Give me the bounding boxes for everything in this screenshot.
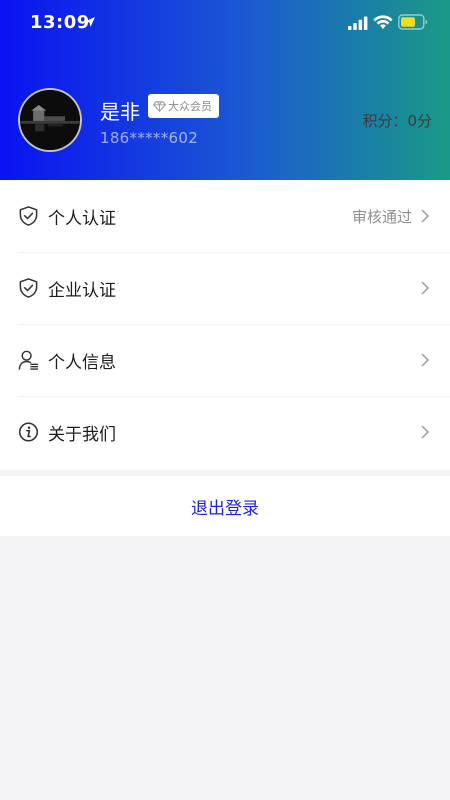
logout-button[interactable]: 退出登录 xyxy=(0,476,450,536)
menu-item-label: 个人信息 xyxy=(48,352,116,373)
verification-status: 审核通过 xyxy=(351,207,412,226)
chevron-right-icon xyxy=(421,353,429,367)
diamond-icon xyxy=(153,100,166,112)
battery-icon xyxy=(398,14,428,30)
avatar[interactable] xyxy=(18,88,82,152)
chevron-right-icon xyxy=(421,425,429,439)
username: 是非 xyxy=(100,100,140,124)
status-bar: 13:09 xyxy=(0,0,450,46)
wifi-icon xyxy=(373,15,393,29)
chevron-right-icon xyxy=(421,281,429,295)
user-info-icon xyxy=(18,350,39,370)
menu-item-label: 企业认证 xyxy=(48,280,116,301)
shield-check-icon xyxy=(19,278,38,298)
shield-check-icon xyxy=(19,206,38,226)
info-icon xyxy=(18,422,39,442)
member-badge: 大众会员 xyxy=(148,94,219,118)
profile-header: 13:09 是非 大众会员 186*****602 积分：0分 xyxy=(0,0,450,180)
chevron-right-icon xyxy=(421,209,429,223)
menu-item-label: 个人认证 xyxy=(48,208,116,229)
cellular-signal-icon xyxy=(348,16,368,30)
profile-screen: 13:09 是非 大众会员 186*****602 积分：0分 个人认证 审核通… xyxy=(0,0,450,800)
menu-item-personal-verification[interactable]: 个人认证 审核通过 xyxy=(0,180,450,252)
menu-item-label: 关于我们 xyxy=(48,424,116,445)
member-badge-label: 大众会员 xyxy=(168,100,212,113)
location-arrow-icon xyxy=(85,17,95,27)
points-text: 积分：0分 xyxy=(362,112,432,130)
phone-number: 186*****602 xyxy=(100,129,199,147)
avatar-night-photo xyxy=(20,90,80,150)
status-time: 13:09 xyxy=(30,12,90,33)
menu-item-about-us[interactable]: 关于我们 xyxy=(0,396,450,468)
settings-menu: 个人认证 审核通过 企业认证 个人信息 关于我们 xyxy=(0,180,450,470)
menu-item-enterprise-verification[interactable]: 企业认证 xyxy=(0,252,450,324)
menu-item-personal-info[interactable]: 个人信息 xyxy=(0,324,450,396)
